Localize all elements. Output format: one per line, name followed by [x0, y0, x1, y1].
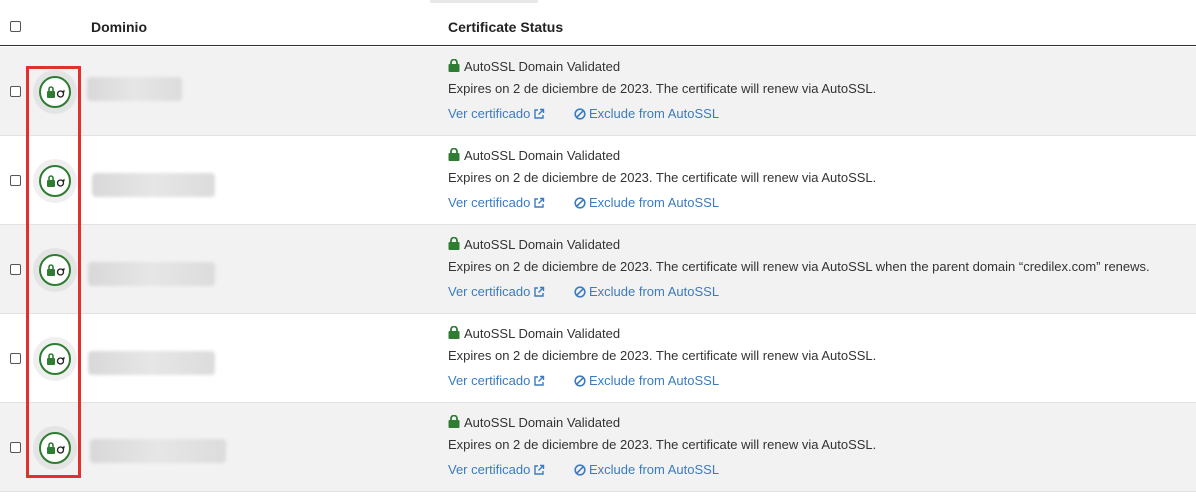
certificate-status-label: AutoSSL Domain Validated: [464, 415, 621, 430]
expiry-text: Expires on 2 de diciembre de 2023. The c…: [448, 81, 877, 96]
row-actions: Ver certificado Exclude from AutoSSL: [448, 373, 719, 388]
exclude-from-autossl-link[interactable]: Exclude from AutoSSL: [574, 106, 719, 121]
row-checkbox[interactable]: [10, 442, 21, 453]
certificate-status: AutoSSL Domain Validated: [448, 414, 621, 431]
domain-name-redacted: [87, 77, 182, 101]
status-icon-container: [33, 248, 77, 292]
view-certificate-label: Ver certificado: [448, 462, 531, 477]
external-link-icon: [534, 286, 545, 297]
row-actions: Ver certificado Exclude from AutoSSL: [448, 462, 719, 477]
column-header-status[interactable]: Certificate Status: [448, 19, 563, 35]
external-link-icon: [534, 464, 545, 475]
domain-name-redacted: [92, 173, 215, 197]
domain-name-redacted: [88, 351, 215, 375]
view-certificate-label: Ver certificado: [448, 373, 531, 388]
external-link-icon: [534, 375, 545, 386]
table-row: AutoSSL Domain Validated Expires on 2 de…: [0, 403, 1196, 492]
row-checkbox[interactable]: [10, 86, 21, 97]
status-icon-container: [33, 159, 77, 203]
certificate-status-label: AutoSSL Domain Validated: [464, 59, 621, 74]
certificate-status: AutoSSL Domain Validated: [448, 147, 621, 164]
lock-icon: [448, 236, 460, 253]
external-link-icon: [534, 108, 545, 119]
certificate-status-label: AutoSSL Domain Validated: [464, 326, 621, 341]
exclude-label: Exclude from AutoSSL: [589, 195, 720, 210]
table-row: AutoSSL Domain Validated Expires on 2 de…: [0, 47, 1196, 136]
lock-autorenew-icon: [39, 254, 71, 286]
row-actions: Ver certificado Exclude from AutoSSL: [448, 106, 719, 121]
row-checkbox[interactable]: [10, 353, 21, 364]
lock-autorenew-icon: [39, 165, 71, 197]
status-icon-container: [33, 70, 77, 114]
lock-icon: [448, 147, 460, 164]
view-certificate-label: Ver certificado: [448, 106, 531, 121]
table-row: AutoSSL Domain Validated Expires on 2 de…: [0, 136, 1196, 225]
exclude-from-autossl-link[interactable]: Exclude from AutoSSL: [574, 284, 719, 299]
lock-autorenew-icon: [39, 432, 71, 464]
lock-icon: [448, 58, 460, 75]
lock-icon: [448, 414, 460, 431]
row-actions: Ver certificado Exclude from AutoSSL: [448, 284, 719, 299]
domain-name-redacted: [88, 262, 215, 286]
expiry-text: Expires on 2 de diciembre de 2023. The c…: [448, 170, 877, 185]
header-tab-indicator: [430, 0, 538, 3]
ban-icon: [574, 108, 586, 120]
certificate-status-label: AutoSSL Domain Validated: [464, 148, 621, 163]
external-link-icon: [534, 197, 545, 208]
domain-name-redacted: [90, 439, 226, 463]
view-certificate-link[interactable]: Ver certificado: [448, 284, 545, 299]
lock-autorenew-icon: [39, 76, 71, 108]
lock-icon: [448, 325, 460, 342]
expiry-text: Expires on 2 de diciembre de 2023. The c…: [448, 348, 877, 363]
certificate-status: AutoSSL Domain Validated: [448, 236, 621, 253]
view-certificate-link[interactable]: Ver certificado: [448, 462, 545, 477]
row-checkbox[interactable]: [10, 264, 21, 275]
ban-icon: [574, 375, 586, 387]
exclude-label: Exclude from AutoSSL: [589, 106, 720, 121]
table-row: AutoSSL Domain Validated Expires on 2 de…: [0, 225, 1196, 314]
view-certificate-link[interactable]: Ver certificado: [448, 106, 545, 121]
view-certificate-link[interactable]: Ver certificado: [448, 373, 545, 388]
row-checkbox[interactable]: [10, 175, 21, 186]
status-icon-container: [33, 337, 77, 381]
ban-icon: [574, 197, 586, 209]
certificate-status-label: AutoSSL Domain Validated: [464, 237, 621, 252]
lock-autorenew-icon: [39, 343, 71, 375]
exclude-label: Exclude from AutoSSL: [589, 462, 720, 477]
table-row: AutoSSL Domain Validated Expires on 2 de…: [0, 314, 1196, 403]
certificate-status: AutoSSL Domain Validated: [448, 325, 621, 342]
status-icon-container: [33, 426, 77, 470]
exclude-from-autossl-link[interactable]: Exclude from AutoSSL: [574, 462, 719, 477]
select-all-checkbox[interactable]: [10, 21, 21, 32]
exclude-from-autossl-link[interactable]: Exclude from AutoSSL: [574, 373, 719, 388]
exclude-from-autossl-link[interactable]: Exclude from AutoSSL: [574, 195, 719, 210]
exclude-label: Exclude from AutoSSL: [589, 373, 720, 388]
ban-icon: [574, 464, 586, 476]
view-certificate-label: Ver certificado: [448, 284, 531, 299]
view-certificate-label: Ver certificado: [448, 195, 531, 210]
expiry-text: Expires on 2 de diciembre de 2023. The c…: [448, 437, 877, 452]
expiry-text: Expires on 2 de diciembre de 2023. The c…: [448, 259, 1150, 274]
ban-icon: [574, 286, 586, 298]
row-actions: Ver certificado Exclude from AutoSSL: [448, 195, 719, 210]
certificate-status: AutoSSL Domain Validated: [448, 58, 621, 75]
table-header: Dominio Certificate Status: [0, 0, 1196, 46]
exclude-label: Exclude from AutoSSL: [589, 284, 720, 299]
view-certificate-link[interactable]: Ver certificado: [448, 195, 545, 210]
column-header-domain[interactable]: Dominio: [91, 19, 147, 35]
